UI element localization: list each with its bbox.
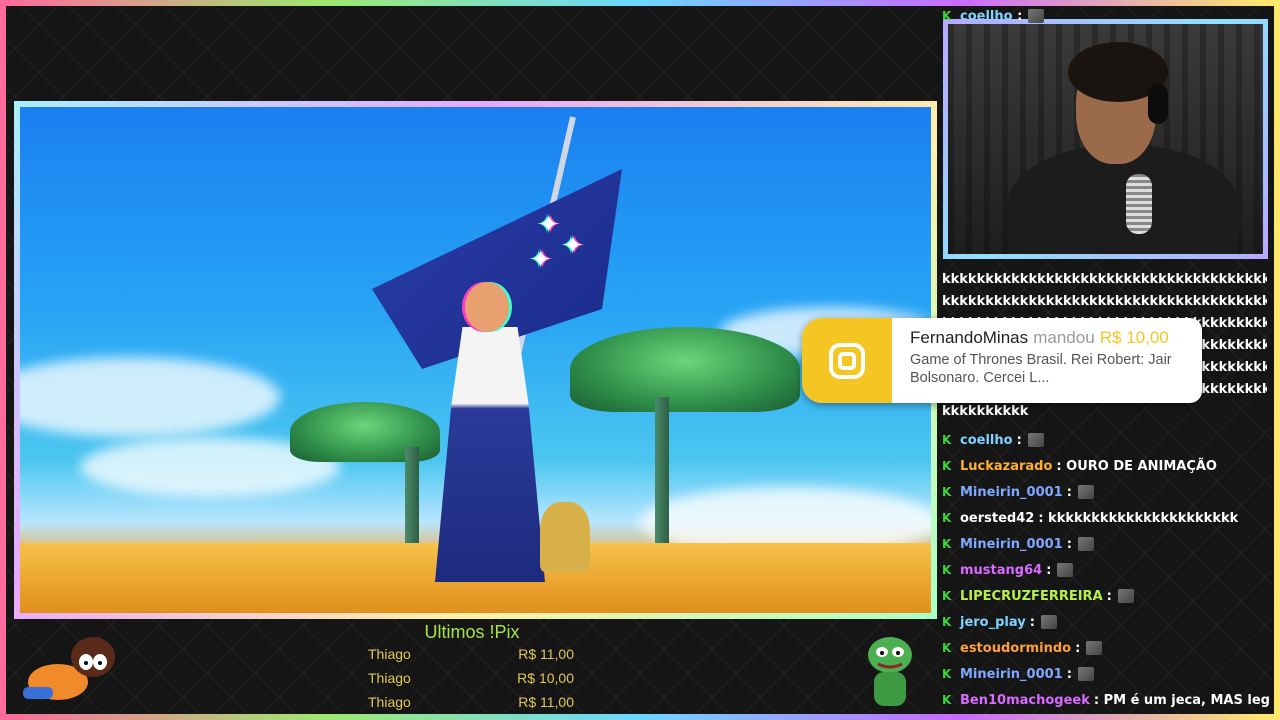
k-badge-icon: K [942,641,952,655]
chat-text: : [1106,588,1112,604]
emote-icon [1077,537,1094,551]
chat-message: Koersted42 : kkkkkkkkkkkkkkkkkkkkkk [942,508,1238,528]
emote-icon [1040,615,1057,629]
chat-message: Kjero_play: [942,612,1057,632]
emote-icon [1086,641,1103,655]
pix-entry: Thiago R$ 11,00 [368,646,574,668]
chat-message: K Mineirin_0001: [942,664,1094,684]
k-badge-icon: K [942,433,952,447]
chat-message: K Mineirin_0001: [942,534,1094,554]
chat-text: : [1066,666,1072,682]
alert-amount: R$ 10,00 [1099,328,1169,347]
emote-icon [1027,433,1044,447]
stream-artwork: ✦ ✦ ✦ [20,107,931,613]
main-video-frame: ✦ ✦ ✦ [14,101,937,619]
pix-entry-name: Thiago [368,646,411,662]
chat-username[interactable]: oersted42 [960,511,1034,526]
chat-message: K Luckazarado : OURO DE ANIMAÇÃO [942,456,1217,476]
chat-username[interactable]: Luckazarado [960,459,1052,474]
woman-figure [435,327,545,582]
pepe-frog-icon [868,637,912,706]
chat-text: : [1075,640,1081,656]
chat-text: : PM é um jeca, MAS legal. [1093,692,1270,708]
donation-alert: FernandoMinas mandou R$ 10,00 Game of Th… [802,318,1202,403]
emote-icon [1077,485,1094,499]
emote-icon [1057,563,1074,577]
chat-text: : [1066,536,1072,552]
pix-entry: Thiago R$ 11,00 [368,694,574,716]
k-badge-icon: K [942,589,952,603]
k-badge-icon: K [942,485,952,499]
chat-username[interactable]: mustang64 [960,563,1042,578]
chat-text: : OURO DE ANIMAÇÃO [1056,458,1217,474]
k-badge-icon: K [942,667,952,681]
chat-text: : [1016,432,1022,448]
chat-message: Kestoudormindo: [942,638,1103,658]
chat-text: : kkkkkkkkkkkkkkkkkkkkkk [1038,510,1239,526]
pix-entry-name: Thiago [368,670,411,686]
pix-entry-amount: R$ 11,00 [518,646,574,662]
chat-message: K coellho : [942,6,1045,26]
alert-verb: mandou [1033,328,1095,347]
alert-username: FernandoMinas [910,328,1029,347]
chat-message: Kcoellho: [942,430,1044,450]
k-badge-icon: K [942,615,952,629]
chat-message: Kmustang64: [942,560,1074,580]
k-badge-icon: K [942,459,952,473]
chat-username[interactable]: coellho [960,433,1013,448]
chat-username[interactable]: LIPECRUZFERREIRA [960,589,1103,604]
emote-icon [1028,9,1045,23]
pix-title: Ultimos !Pix [424,622,520,642]
pix-entry-name: Thiago [368,694,411,710]
chat-spam-line: kkkkkkkkkkkkkkkkkkkkkkkkkkkkkkkkkkkkkkkk… [942,294,1267,309]
pix-entry-amount: R$ 11,00 [518,694,574,710]
chat-text: : [1066,484,1072,500]
chat-text: : [1029,614,1035,630]
cartoon-character-icon [23,637,115,700]
k-badge-icon: K [942,537,952,551]
k-badge-icon: K [942,693,952,707]
chat-message: K Mineirin_0001: [942,482,1094,502]
k-badge-icon: K [942,511,952,525]
chat-spam-line: kkkkkkkkkkkkkkkkkkkkkkkkkkkkkkkkkkkkkkkk… [942,272,1267,287]
emote-icon [1117,589,1134,603]
pix-entry-amount: R$ 10,00 [517,670,574,686]
alert-message: Game of Thrones Brasil. Rei Robert: Jair… [910,352,1172,386]
chat-message: K LIPECRUZFERREIRA: [942,586,1134,606]
emote-icon [1077,667,1094,681]
chat-message: K Ben10machogeek: PM é um jeca, MAS legal… [942,690,1270,710]
chat-username[interactable]: Mineirin_0001 [960,537,1063,552]
chat-spam-line: kkkkkkkkkk [942,404,1029,419]
k-badge-icon: K [942,563,952,577]
chat-username[interactable]: Ben10machogeek [960,693,1090,708]
k-badge-icon: K [942,9,952,23]
pix-entry: Thiago R$ 10,00 [368,670,574,692]
chat-text: : [1046,562,1052,578]
chat-username[interactable]: coellho [960,9,1013,24]
chat-username[interactable]: Mineirin_0001 [960,485,1063,500]
chat-username[interactable]: Mineirin_0001 [960,667,1063,682]
chat-username[interactable]: jero_play [960,615,1026,630]
chat-username[interactable]: estoudormindo [960,641,1071,656]
pix-logo-icon [802,318,892,403]
